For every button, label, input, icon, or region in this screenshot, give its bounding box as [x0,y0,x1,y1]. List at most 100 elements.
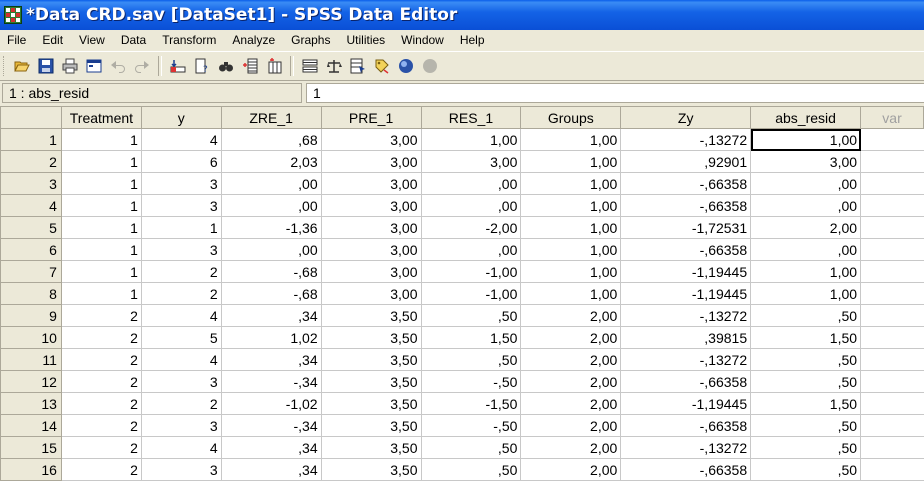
row-number[interactable]: 11 [0,348,62,371]
data-cell[interactable]: 3,50 [321,304,422,327]
empty-var-cell[interactable] [860,458,924,481]
data-cell[interactable]: 2 [61,370,142,393]
data-cell[interactable]: 4 [141,128,222,151]
data-cell[interactable]: 3,00 [750,150,862,173]
data-cell[interactable]: -2,00 [421,216,522,239]
data-cell[interactable]: 5 [141,326,222,349]
data-cell[interactable]: ,00 [421,172,522,195]
data-cell[interactable]: 1,00 [520,282,622,305]
redo-icon[interactable] [131,55,153,77]
data-cell[interactable]: ,50 [750,370,862,393]
data-cell[interactable]: 2,00 [520,304,622,327]
data-cell[interactable]: -,66358 [620,194,752,217]
data-cell[interactable]: -1,36 [221,216,322,239]
data-cell[interactable]: ,68 [221,128,322,151]
weight-cases-icon[interactable] [323,55,345,77]
data-cell[interactable]: ,92901 [620,150,752,173]
data-cell[interactable]: 3 [141,414,222,437]
empty-var-cell[interactable] [860,392,924,415]
menu-utilities[interactable]: Utilities [338,33,393,47]
data-cell[interactable]: ,00 [221,194,322,217]
empty-var-cell[interactable] [860,128,924,151]
data-cell[interactable]: 3,50 [321,436,422,459]
menu-transform[interactable]: Transform [154,33,224,47]
data-cell[interactable]: 1,00 [520,194,622,217]
row-number[interactable]: 12 [0,370,62,393]
data-cell[interactable]: 2 [141,260,222,283]
empty-var-cell[interactable] [860,326,924,349]
data-cell[interactable]: ,34 [221,348,322,371]
row-number[interactable]: 7 [0,260,62,283]
data-cell[interactable]: -,66358 [620,458,752,481]
row-number[interactable]: 9 [0,304,62,327]
column-header[interactable]: RES_1 [420,106,522,129]
data-cell[interactable]: -,66358 [620,370,752,393]
data-cell[interactable]: -,50 [421,370,522,393]
variables-icon[interactable]: ? [191,55,213,77]
column-header[interactable]: PRE_1 [320,106,422,129]
data-cell[interactable]: 3 [141,370,222,393]
open-icon[interactable] [11,55,33,77]
title-bar[interactable]: *Data CRD.sav [DataSet1] - SPSS Data Edi… [0,0,924,30]
row-number[interactable]: 5 [0,216,62,239]
data-cell[interactable]: ,00 [750,238,862,261]
column-header[interactable]: y [140,106,222,129]
data-cell[interactable]: -1,19445 [620,392,752,415]
data-cell[interactable]: 3,00 [321,172,422,195]
empty-var-cell[interactable] [860,260,924,283]
data-cell[interactable]: 2 [61,458,142,481]
data-cell[interactable]: 1,00 [520,150,622,173]
data-cell[interactable]: -1,72531 [620,216,752,239]
menu-graphs[interactable]: Graphs [283,33,338,47]
row-number[interactable]: 16 [0,458,62,481]
split-file-icon[interactable] [299,55,321,77]
spss-app-icon[interactable] [4,6,22,24]
data-cell[interactable]: 2 [61,304,142,327]
data-cell[interactable]: -1,19445 [620,282,752,305]
data-cell[interactable]: ,34 [221,304,322,327]
menu-analyze[interactable]: Analyze [224,33,283,47]
empty-var-cell[interactable] [860,282,924,305]
data-cell[interactable]: 3,50 [321,370,422,393]
data-cell[interactable]: 2 [141,282,222,305]
data-cell[interactable]: 4 [141,348,222,371]
data-cell[interactable]: ,50 [750,304,862,327]
data-cell[interactable]: 4 [141,304,222,327]
menu-help[interactable]: Help [452,33,493,47]
data-cell[interactable]: 1,00 [421,128,522,151]
data-cell[interactable]: 3,00 [321,216,422,239]
data-cell[interactable]: -,34 [221,414,322,437]
cell-value-input[interactable]: 1 [306,83,924,103]
empty-var-cell[interactable] [860,194,924,217]
row-number[interactable]: 6 [0,238,62,261]
data-cell[interactable]: ,50 [421,304,522,327]
data-cell[interactable]: ,00 [221,238,322,261]
data-cell[interactable]: 2 [141,392,222,415]
data-cell[interactable]: -,13272 [620,128,752,151]
data-cell[interactable]: 2,00 [520,348,622,371]
data-cell[interactable]: ,00 [750,194,862,217]
data-cell[interactable]: -,13272 [620,304,752,327]
data-cell[interactable]: 1,00 [520,238,622,261]
show-all-variables-icon[interactable] [419,55,441,77]
data-cell[interactable]: 1,00 [520,128,622,151]
print-icon[interactable] [59,55,81,77]
empty-var-cell[interactable] [860,348,924,371]
data-cell[interactable]: -1,19445 [620,260,752,283]
data-cell[interactable]: 1,50 [750,392,862,415]
data-cell[interactable]: ,00 [421,194,522,217]
data-cell[interactable]: ,34 [221,436,322,459]
data-cell[interactable]: ,50 [421,436,522,459]
data-cell[interactable]: 1,00 [520,216,622,239]
column-header[interactable]: abs_resid [750,106,862,129]
data-cell[interactable]: 3,00 [321,282,422,305]
insert-cases-icon[interactable] [239,55,261,77]
data-cell[interactable]: 2,00 [520,458,622,481]
data-cell[interactable]: 1,00 [750,128,862,151]
data-cell[interactable]: 1 [61,194,142,217]
empty-var-cell[interactable] [860,414,924,437]
data-cell[interactable]: ,34 [221,458,322,481]
find-icon[interactable] [215,55,237,77]
data-cell[interactable]: 3,50 [321,392,422,415]
data-cell[interactable]: 2 [61,348,142,371]
